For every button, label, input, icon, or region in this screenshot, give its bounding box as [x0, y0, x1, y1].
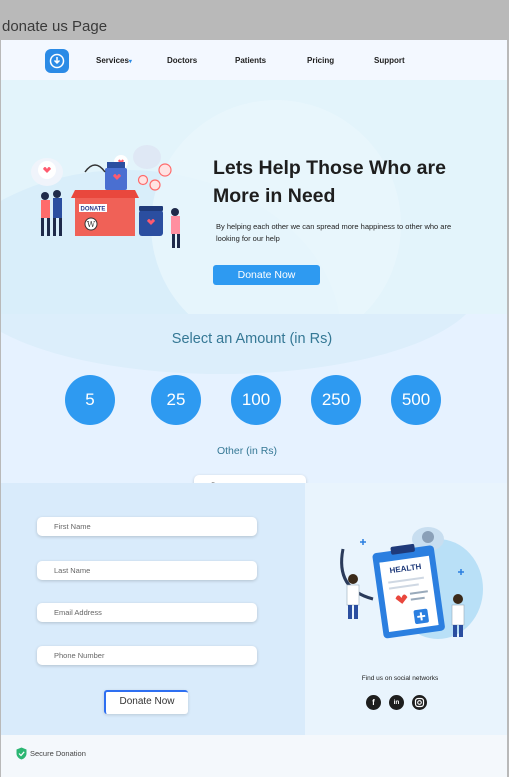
amount-option-500[interactable]: 500 [391, 375, 441, 425]
hero-section: DONATE W Lets Help Those Who are More in… [1, 80, 507, 314]
secure-donation-label: Secure Donation [30, 749, 86, 758]
nav-item-pricing[interactable]: Pricing [307, 56, 334, 65]
nav-item-support[interactable]: Support [374, 56, 405, 65]
top-navbar: Services▾ Doctors Patients Pricing Suppo… [1, 40, 507, 80]
phone-field[interactable] [37, 646, 257, 665]
donor-form: Donate Now [1, 483, 305, 735]
last-name-field[interactable] [37, 561, 257, 580]
email-field[interactable] [37, 603, 257, 622]
chevron-down-icon: ▾ [128, 59, 132, 65]
amount-option-100[interactable]: 100 [231, 375, 281, 425]
amount-option-250[interactable]: 250 [311, 375, 361, 425]
hero-description: By helping each other we can spread more… [216, 222, 452, 243]
other-amount-label: Other (in Rs) [216, 445, 278, 457]
logo-icon[interactable] [45, 49, 69, 73]
social-caption: Find us on social networks [361, 675, 439, 682]
health-illustration-panel: HEALTH Find us on social networks f in [305, 483, 507, 735]
amount-title: Select an Amount (in Rs) [171, 331, 333, 347]
footer: Secure Donation [1, 735, 507, 777]
facebook-icon[interactable]: f [366, 695, 381, 710]
nav-item-patients[interactable]: Patients [235, 56, 266, 65]
hero-title: Lets Help Those Who are More in Need [213, 157, 446, 207]
shield-icon [16, 747, 27, 760]
amount-option-25[interactable]: 25 [151, 375, 201, 425]
nav-item-doctors[interactable]: Doctors [167, 56, 197, 65]
donate-page: Services▾ Doctors Patients Pricing Suppo… [1, 40, 507, 777]
donate-now-button[interactable]: Donate Now [213, 265, 320, 285]
nav-item-services[interactable]: Services▾ [96, 56, 132, 65]
linkedin-icon[interactable]: in [389, 695, 404, 710]
health-illustration: HEALTH [340, 527, 483, 639]
svg-text:W: W [87, 220, 96, 229]
first-name-field[interactable] [37, 517, 257, 536]
amount-option-5[interactable]: 5 [65, 375, 115, 425]
donation-illustration: DONATE W [31, 145, 180, 248]
form-donate-button[interactable]: Donate Now [104, 690, 188, 714]
page-frame-title: donate us Page [2, 18, 108, 35]
donate-box-label: DONATE [81, 207, 106, 213]
instagram-icon[interactable] [412, 695, 427, 710]
